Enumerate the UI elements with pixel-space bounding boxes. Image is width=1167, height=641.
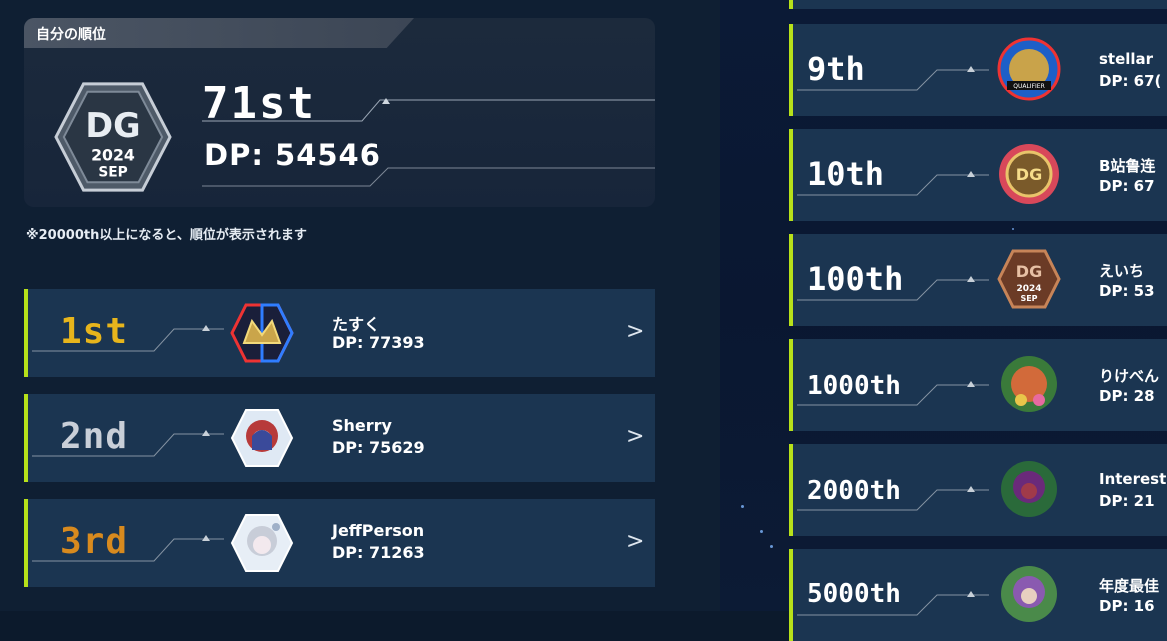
svg-text:DG: DG: [1016, 165, 1042, 184]
ranking-row-10th[interactable]: 10th DG B站鲁连 DP: 67: [789, 129, 1167, 221]
row-rank-label: 1st: [60, 311, 129, 352]
row-rank-label: 9th: [807, 50, 865, 88]
chevron-right-icon[interactable]: >: [626, 424, 644, 449]
player-dp: DP: 21: [1099, 492, 1155, 510]
player-name: りけべん: [1099, 367, 1160, 385]
row-rank-label: 5000th: [807, 579, 901, 609]
row-rank-label: 2000th: [807, 476, 901, 506]
row-rank-label: 3rd: [60, 521, 129, 562]
ranking-row-8th-partial: [789, 0, 1167, 9]
dg-gold-medal-icon: DG: [999, 144, 1059, 204]
svg-text:SEP: SEP: [1020, 294, 1037, 303]
player-name: たすく: [332, 315, 381, 334]
chevron-right-icon[interactable]: >: [626, 529, 644, 554]
player-name: Sherry: [332, 416, 392, 435]
svg-text:DG: DG: [85, 106, 140, 145]
player-dp: DP: 53: [1099, 282, 1155, 300]
row-rank-label: 2nd: [60, 416, 129, 457]
qualifier-medal-icon: QUALIFIER: [997, 37, 1061, 101]
rank-display-notice: ※20000th以上になると、順位が表示されます: [26, 228, 307, 243]
player-dp: DP: 28: [1099, 387, 1155, 405]
player-name: 年度最佳: [1099, 577, 1160, 595]
player-dp: DP: 75629: [332, 438, 425, 457]
player-name: JeffPerson: [332, 521, 425, 540]
player-dp: DP: 77393: [332, 333, 425, 352]
ranking-row-1000th[interactable]: 1000th りけべん DP: 28: [789, 339, 1167, 431]
row-rank-label: 100th: [807, 260, 904, 298]
player-avatar-icon: [230, 409, 294, 467]
row-accent-stripe: [789, 0, 793, 9]
svg-text:2024: 2024: [91, 146, 135, 165]
player-dp: DP: 67: [1099, 177, 1155, 195]
row-rank-label: 10th: [807, 155, 885, 193]
ranking-row-9th[interactable]: 9th QUALIFIER stellar DP: 67(: [789, 24, 1167, 116]
player-avatar-icon: [230, 303, 294, 363]
player-avatar-icon: [1001, 566, 1057, 622]
player-name: B站鲁连: [1099, 157, 1156, 175]
my-dp-value: DP: 54546: [204, 138, 381, 172]
my-rank-panel: 自分の順位 DG 2024 SEP 71st DP: 54546: [24, 18, 655, 207]
player-name: stellar: [1099, 50, 1154, 68]
svg-text:DG: DG: [1016, 262, 1042, 281]
player-avatar-icon: [1001, 461, 1057, 517]
dg-sep-medal-icon: DG 2024 SEP: [54, 82, 172, 192]
dg-bronze-medal-icon: DG 2024 SEP: [997, 249, 1061, 309]
player-avatar-icon: [1001, 356, 1057, 412]
player-dp: DP: 16: [1099, 597, 1155, 615]
player-dp: DP: 71263: [332, 543, 425, 562]
ranking-row-1st[interactable]: 1st たすく DP: 77393 >: [24, 289, 655, 377]
ranking-row-2nd[interactable]: 2nd Sherry DP: 75629 >: [24, 394, 655, 482]
ranking-row-2000th[interactable]: 2000th Interest DP: 21: [789, 444, 1167, 536]
ranking-row-5000th[interactable]: 5000th 年度最佳 DP: 16: [789, 549, 1167, 641]
row-rank-label: 1000th: [807, 371, 901, 401]
svg-text:QUALIFIER: QUALIFIER: [1013, 83, 1045, 90]
ranking-row-100th[interactable]: 100th DG 2024 SEP えいち DP: 53: [789, 234, 1167, 326]
svg-text:SEP: SEP: [98, 164, 127, 180]
ranking-row-3rd[interactable]: 3rd JeffPerson DP: 71263 >: [24, 499, 655, 587]
chevron-right-icon[interactable]: >: [626, 319, 644, 344]
svg-text:2024: 2024: [1016, 284, 1041, 294]
player-name: Interest: [1099, 470, 1167, 488]
player-dp: DP: 67(: [1099, 72, 1162, 90]
player-name: えいち: [1099, 262, 1145, 280]
my-rank-value: 71st: [202, 78, 316, 129]
player-avatar-icon: [230, 514, 294, 572]
